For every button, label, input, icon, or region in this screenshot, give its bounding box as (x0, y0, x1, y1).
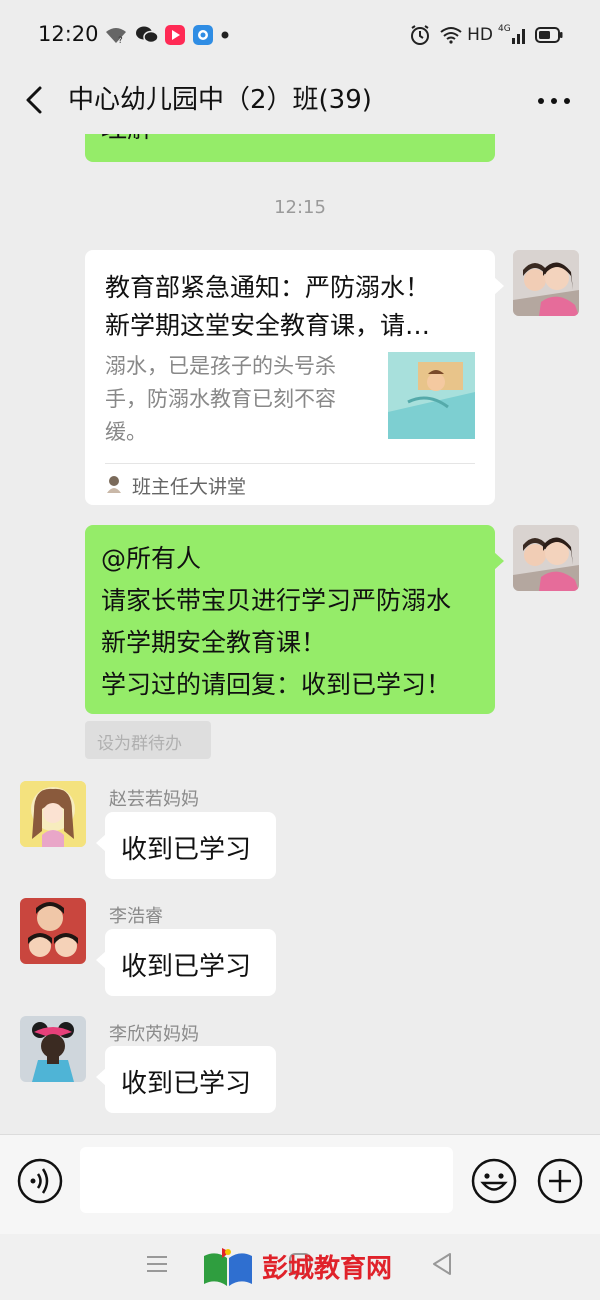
announcement-line3: 新学期安全教育课！ (101, 628, 327, 657)
link-card-desc-line1: 溺水，已是孩子的头号杀 (105, 354, 336, 378)
alarm-icon (408, 24, 432, 46)
browser-app-icon (192, 24, 214, 46)
link-card-desc-line2: 手，防溺水教育已刻不容 (105, 387, 336, 411)
link-card-bubble[interactable]: 教育部紧急通知：严防溺水！ 新学期这堂安全教育课，请… 溺水，已是孩子的头号杀 … (85, 250, 495, 505)
emoji-icon[interactable] (471, 1158, 517, 1204)
sender-name: 李欣芮妈妈 (109, 1024, 199, 1045)
svg-text:?: ? (118, 36, 123, 44)
reply-text: 收到已学习 (121, 1069, 252, 1099)
watermark-text: 彭城教育网 (262, 1254, 393, 1284)
message-input[interactable] (80, 1147, 453, 1213)
chat-header: 中心幼儿园中（2）班(39) (0, 68, 600, 134)
status-time: 12:20 (38, 22, 99, 46)
announcement-line4: 学习过的请回复：收到已学习！ (101, 670, 452, 699)
link-card-title-line2: 新学期这堂安全教育课，请… (105, 311, 431, 340)
reply-tail (96, 1068, 106, 1086)
notification-dot-icon (220, 24, 230, 46)
menu-nav-icon[interactable] (146, 1254, 168, 1274)
chat-messages[interactable]: 理解 12:15 教育部紧急通知：严防溺水！ 新学期这堂安全教育课，请… 溺水，… (0, 134, 600, 1134)
link-card-title-line1: 教育部紧急通知：严防溺水！ (105, 273, 431, 302)
back-icon[interactable] (22, 78, 48, 122)
self-avatar[interactable] (513, 525, 579, 591)
link-card-desc-line3: 缓。 (105, 420, 147, 444)
voice-input-icon[interactable] (17, 1158, 63, 1204)
signal-4g-label: 4G (498, 24, 511, 34)
reply-text: 收到已学习 (121, 835, 252, 865)
back-nav-icon[interactable] (430, 1252, 454, 1276)
reply-bubble[interactable]: 收到已学习 (105, 929, 276, 996)
wechat-icon (134, 24, 160, 46)
battery-icon (534, 24, 564, 46)
link-card-source: 班主任大讲堂 (132, 476, 247, 498)
set-group-todo-label: 设为群待办 (97, 734, 182, 754)
link-card-thumbnail (388, 352, 475, 439)
input-bar (0, 1134, 600, 1235)
announcement-line2: 请家长带宝贝进行学习严防溺水 (101, 586, 452, 615)
video-app-icon (164, 24, 186, 46)
sender-name: 赵芸若妈妈 (109, 789, 199, 810)
reply-tail (96, 834, 106, 852)
wifi-icon (438, 24, 464, 46)
chat-title: 中心幼儿园中（2）班(39) (68, 85, 372, 115)
signal-icon: 4G (498, 24, 528, 46)
self-avatar[interactable] (513, 250, 579, 316)
reply-text: 收到已学习 (121, 952, 252, 982)
member-avatar[interactable] (20, 781, 86, 847)
link-card-divider (105, 463, 475, 464)
source-avatar-icon (105, 474, 123, 494)
member-avatar[interactable] (20, 898, 86, 964)
set-group-todo-button[interactable]: 设为群待办 (85, 721, 211, 759)
site-watermark: 彭城教育网 (200, 1242, 410, 1292)
link-card-tail (494, 277, 504, 295)
reply-bubble[interactable]: 收到已学习 (105, 1046, 276, 1113)
plus-icon[interactable] (537, 1158, 583, 1204)
announcement-tail (494, 552, 504, 570)
announcement-bubble[interactable]: @所有人 请家长带宝贝进行学习严防溺水 新学期安全教育课！ 学习过的请回复：收到… (85, 525, 495, 714)
reply-tail (96, 951, 106, 969)
wifi-question-icon: ? (104, 24, 128, 46)
more-options-icon[interactable] (534, 86, 574, 116)
status-bar: 12:20 ? HD 4G (0, 0, 600, 68)
announcement-line1: @所有人 (101, 544, 202, 573)
watermark-book-icon (200, 1246, 256, 1290)
system-nav-bar: 彭城教育网 (0, 1234, 600, 1300)
reply-bubble[interactable]: 收到已学习 (105, 812, 276, 879)
message-timestamp: 12:15 (274, 197, 326, 218)
hd-label: HD (467, 25, 493, 45)
sender-name: 李浩睿 (109, 906, 163, 927)
previous-message-bubble[interactable]: 理解 (85, 134, 495, 162)
previous-message-text: 理解 (101, 134, 153, 145)
member-avatar[interactable] (20, 1016, 86, 1082)
